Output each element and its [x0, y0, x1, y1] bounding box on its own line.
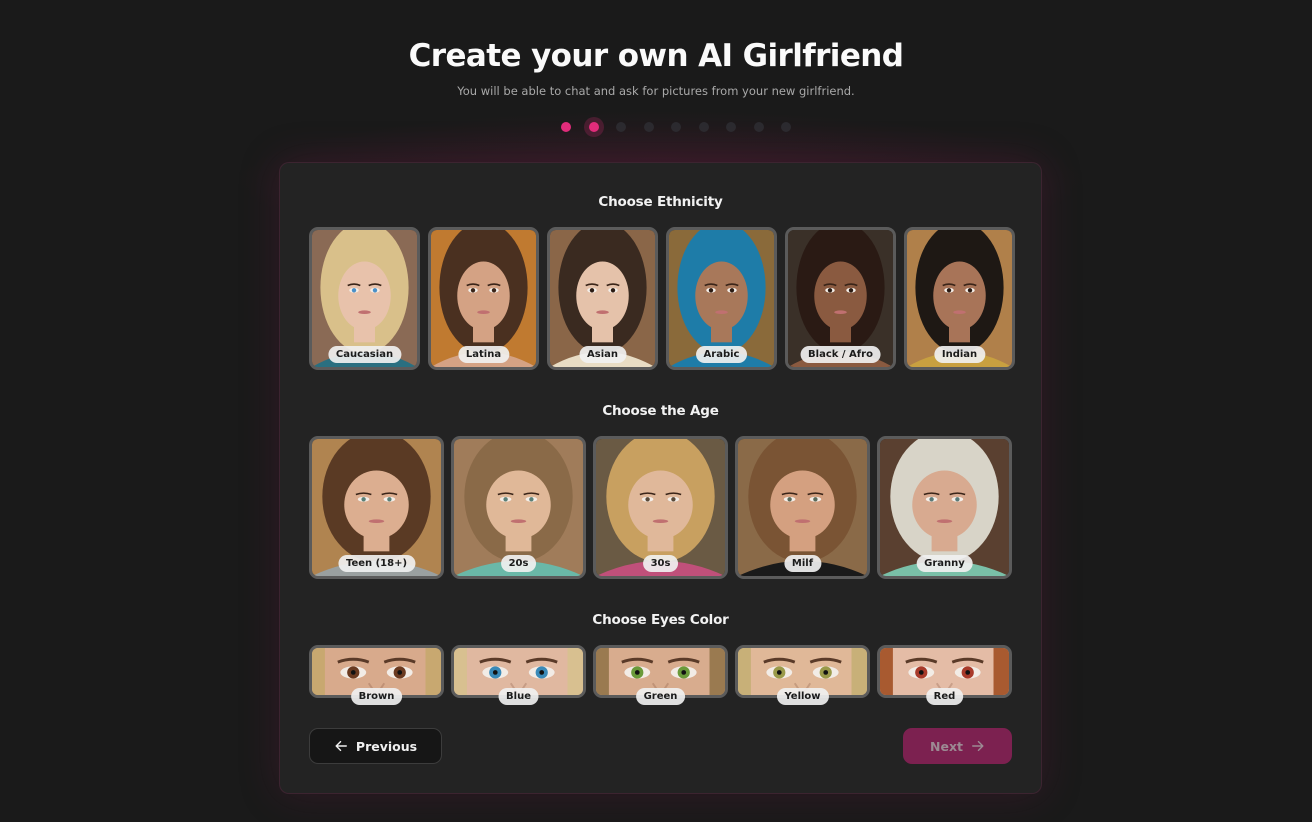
step-dot-9	[781, 122, 791, 132]
option-label: Granny	[916, 555, 973, 572]
previous-button[interactable]: Previous	[309, 728, 442, 764]
ethnicity-option-latina[interactable]: Latina	[428, 227, 539, 370]
option-label: Caucasian	[327, 346, 402, 363]
step-dot-3	[616, 122, 626, 132]
eyes-options: Brown Blue Green Yellow Red	[309, 645, 1019, 705]
step-dot-7	[726, 122, 736, 132]
age-option-teen-18[interactable]: Teen (18+)	[309, 436, 444, 579]
step-dot-6	[698, 122, 709, 132]
option-label: Red	[925, 688, 964, 705]
option-label: 30s	[642, 555, 679, 572]
next-button[interactable]: Next	[903, 728, 1012, 764]
page-subtitle: You will be able to chat and ask for pic…	[457, 84, 855, 98]
eyes-option-green[interactable]: Green	[593, 645, 728, 705]
ethnicity-option-indian[interactable]: Indian	[904, 227, 1015, 370]
step-dot-1	[561, 122, 571, 132]
ethnicity-option-caucasian[interactable]: Caucasian	[309, 227, 420, 370]
option-label: Asian	[579, 346, 626, 363]
option-label: 20s	[500, 555, 537, 572]
option-label: Brown	[350, 688, 403, 705]
step-dot-8	[753, 122, 764, 132]
age-section-title: Choose the Age	[602, 403, 719, 419]
wizard-panel: Choose Ethnicity Caucasian Latina Asian …	[279, 162, 1042, 794]
eyes-option-yellow[interactable]: Yellow	[735, 645, 870, 705]
age-option-milf[interactable]: Milf	[735, 436, 870, 579]
eyes-option-red[interactable]: Red	[877, 645, 1012, 705]
age-option-20s[interactable]: 20s	[451, 436, 586, 579]
step-dot-2	[588, 122, 599, 132]
ethnicity-options: Caucasian Latina Asian Arabic Black / Af…	[309, 227, 1023, 370]
eyes-option-blue[interactable]: Blue	[451, 645, 586, 705]
option-label: Blue	[498, 688, 539, 705]
ethnicity-section-title: Choose Ethnicity	[598, 194, 723, 210]
ethnicity-option-asian[interactable]: Asian	[547, 227, 658, 370]
option-label: Yellow	[776, 688, 829, 705]
age-options: Teen (18+) 20s 30s Milf Granny	[309, 436, 1019, 579]
option-label: Milf	[783, 555, 822, 572]
arrow-left-icon	[335, 740, 347, 752]
option-label: Black / Afro	[800, 346, 881, 363]
page-title: Create your own AI Girlfriend	[408, 38, 904, 74]
next-label: Next	[930, 738, 963, 754]
step-dot-5	[671, 122, 681, 132]
ethnicity-option-black-afro[interactable]: Black / Afro	[785, 227, 896, 370]
option-label: Indian	[933, 346, 986, 363]
eyes-option-brown[interactable]: Brown	[309, 645, 444, 705]
arrow-right-icon	[972, 740, 984, 752]
age-option-granny[interactable]: Granny	[877, 436, 1012, 579]
option-label: Green	[635, 688, 686, 705]
ethnicity-option-arabic[interactable]: Arabic	[666, 227, 777, 370]
option-label: Teen (18+)	[337, 555, 416, 572]
age-option-30s[interactable]: 30s	[593, 436, 728, 579]
eyes-section-title: Choose Eyes Color	[592, 612, 729, 628]
option-label: Latina	[457, 346, 510, 363]
option-label: Arabic	[695, 346, 748, 363]
previous-label: Previous	[355, 738, 418, 754]
step-dot-4	[643, 122, 654, 132]
